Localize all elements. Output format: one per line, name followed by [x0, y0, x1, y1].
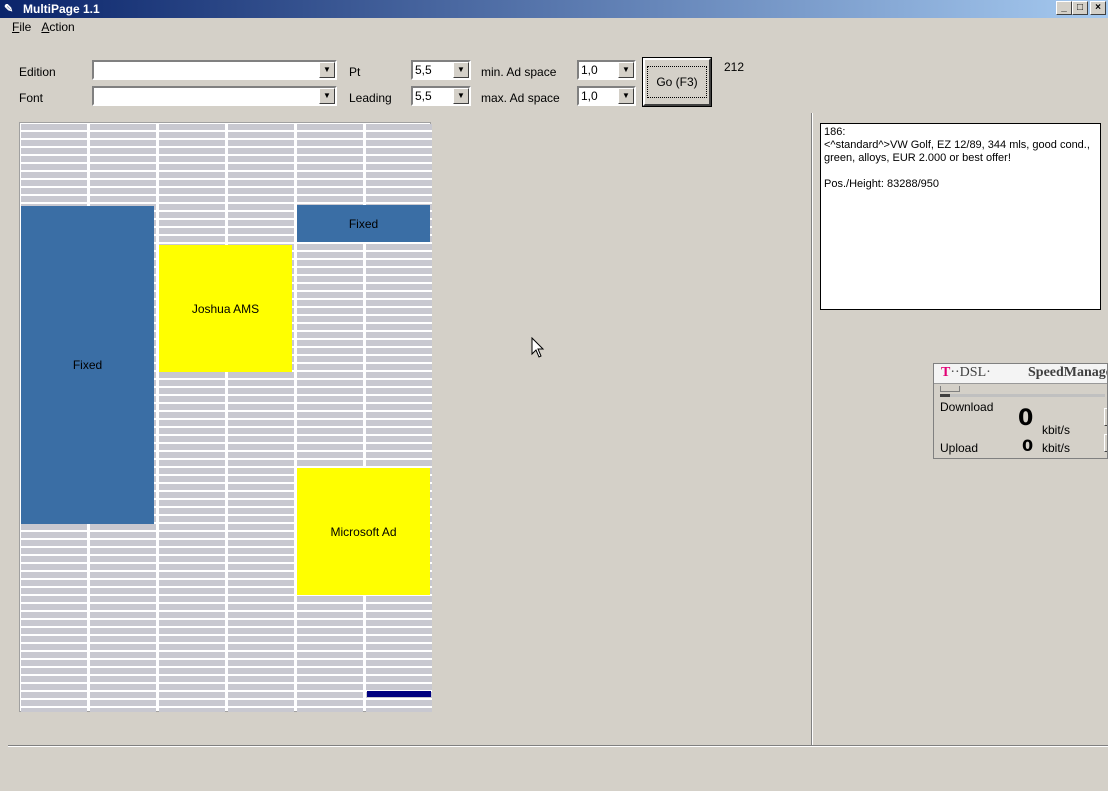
- dsl-header: T··DSL· SpeedManager: [934, 364, 1107, 384]
- dsl-brand: ··DSL·: [950, 365, 991, 380]
- leading-label: Leading: [349, 91, 392, 105]
- go-button[interactable]: Go (F3): [642, 57, 712, 107]
- min-ad-label: min. Ad space: [481, 65, 557, 79]
- upload-value: 0: [1022, 436, 1034, 455]
- product-name: SpeedManager: [1028, 365, 1107, 380]
- side-button-1[interactable]: [1104, 408, 1107, 426]
- pt-value: 5,5: [415, 63, 432, 77]
- ad-block-joshua-ams[interactable]: Joshua AMS: [159, 245, 292, 372]
- chevron-down-icon[interactable]: ▼: [319, 88, 335, 104]
- min-ad-value: 1,0: [581, 63, 598, 77]
- result-count: 212: [724, 60, 745, 74]
- telekom-logo: T··DSL·: [941, 365, 991, 381]
- window-controls: _ □ ×: [1056, 1, 1106, 15]
- edition-select[interactable]: ▼: [92, 60, 337, 80]
- panel-divider[interactable]: [811, 113, 813, 745]
- cursor-icon: [531, 337, 545, 358]
- ad-label: Microsoft Ad: [330, 524, 397, 539]
- upload-label: Upload: [940, 441, 979, 455]
- download-label: Download: [940, 400, 994, 414]
- font-label: Font: [19, 91, 44, 105]
- minimize-button[interactable]: _: [1056, 1, 1072, 15]
- go-button-label: Go (F3): [647, 66, 707, 98]
- download-value: 0: [1018, 406, 1034, 431]
- app-icon: ✎: [4, 3, 14, 15]
- speed-meter: [940, 394, 1105, 397]
- download-unit: kbit/s: [1042, 423, 1071, 437]
- maximize-button[interactable]: □: [1072, 1, 1088, 15]
- max-ad-label: max. Ad space: [481, 91, 560, 105]
- pt-select[interactable]: 5,5 ▼: [411, 60, 471, 80]
- menu-file-label: ile: [19, 20, 32, 34]
- chevron-down-icon[interactable]: ▼: [453, 62, 469, 78]
- speed-meter-fill: [940, 394, 950, 397]
- ad-block-fixed-small[interactable]: Fixed: [297, 205, 430, 242]
- upload-unit: kbit/s: [1042, 441, 1071, 455]
- ad-label: Fixed: [72, 358, 103, 372]
- ad-info-panel[interactable]: 186: <^standard^>VW Golf, EZ 12/89, 344 …: [820, 123, 1101, 310]
- font-select[interactable]: ▼: [92, 86, 337, 106]
- ad-label: Joshua AMS: [191, 301, 260, 316]
- menu-file[interactable]: File: [12, 18, 31, 36]
- chevron-down-icon[interactable]: ▼: [453, 88, 469, 104]
- leading-value: 5,5: [415, 89, 432, 103]
- title-bar[interactable]: ✎ MultiPage 1.1 _ □ ×: [0, 0, 1108, 18]
- leading-select[interactable]: 5,5 ▼: [411, 86, 471, 106]
- chevron-down-icon[interactable]: ▼: [618, 88, 634, 104]
- ad-label: Fixed: [348, 216, 379, 231]
- telekom-t: T: [941, 365, 951, 380]
- chevron-down-icon[interactable]: ▼: [319, 62, 335, 78]
- chevron-down-icon[interactable]: ▼: [618, 62, 634, 78]
- window-title: MultiPage 1.1: [23, 2, 100, 16]
- menu-action[interactable]: Action: [41, 18, 74, 36]
- close-button[interactable]: ×: [1090, 1, 1106, 15]
- scale-ticks: [940, 386, 960, 392]
- max-ad-value: 1,0: [581, 89, 598, 103]
- ad-block-fixed[interactable]: Fixed: [21, 206, 154, 524]
- dsl-speedmanager-widget[interactable]: T··DSL· SpeedManager Download 0 kbit/s U…: [933, 363, 1108, 459]
- selected-line-marker: [367, 691, 431, 697]
- min-ad-select[interactable]: 1,0 ▼: [577, 60, 636, 80]
- page-layout[interactable]: Fixed Joshua AMS Fixed Microsoft Ad: [19, 122, 432, 712]
- column-3: [159, 124, 225, 712]
- side-button-2[interactable]: [1104, 434, 1107, 452]
- status-divider: [8, 745, 1108, 747]
- edition-label: Edition: [19, 65, 56, 79]
- ad-block-microsoft[interactable]: Microsoft Ad: [297, 468, 430, 595]
- menu-bar: File Action: [0, 18, 1108, 36]
- column-4: [228, 124, 294, 712]
- max-ad-select[interactable]: 1,0 ▼: [577, 86, 636, 106]
- pt-label: Pt: [349, 65, 361, 79]
- menu-action-label: ction: [49, 20, 75, 34]
